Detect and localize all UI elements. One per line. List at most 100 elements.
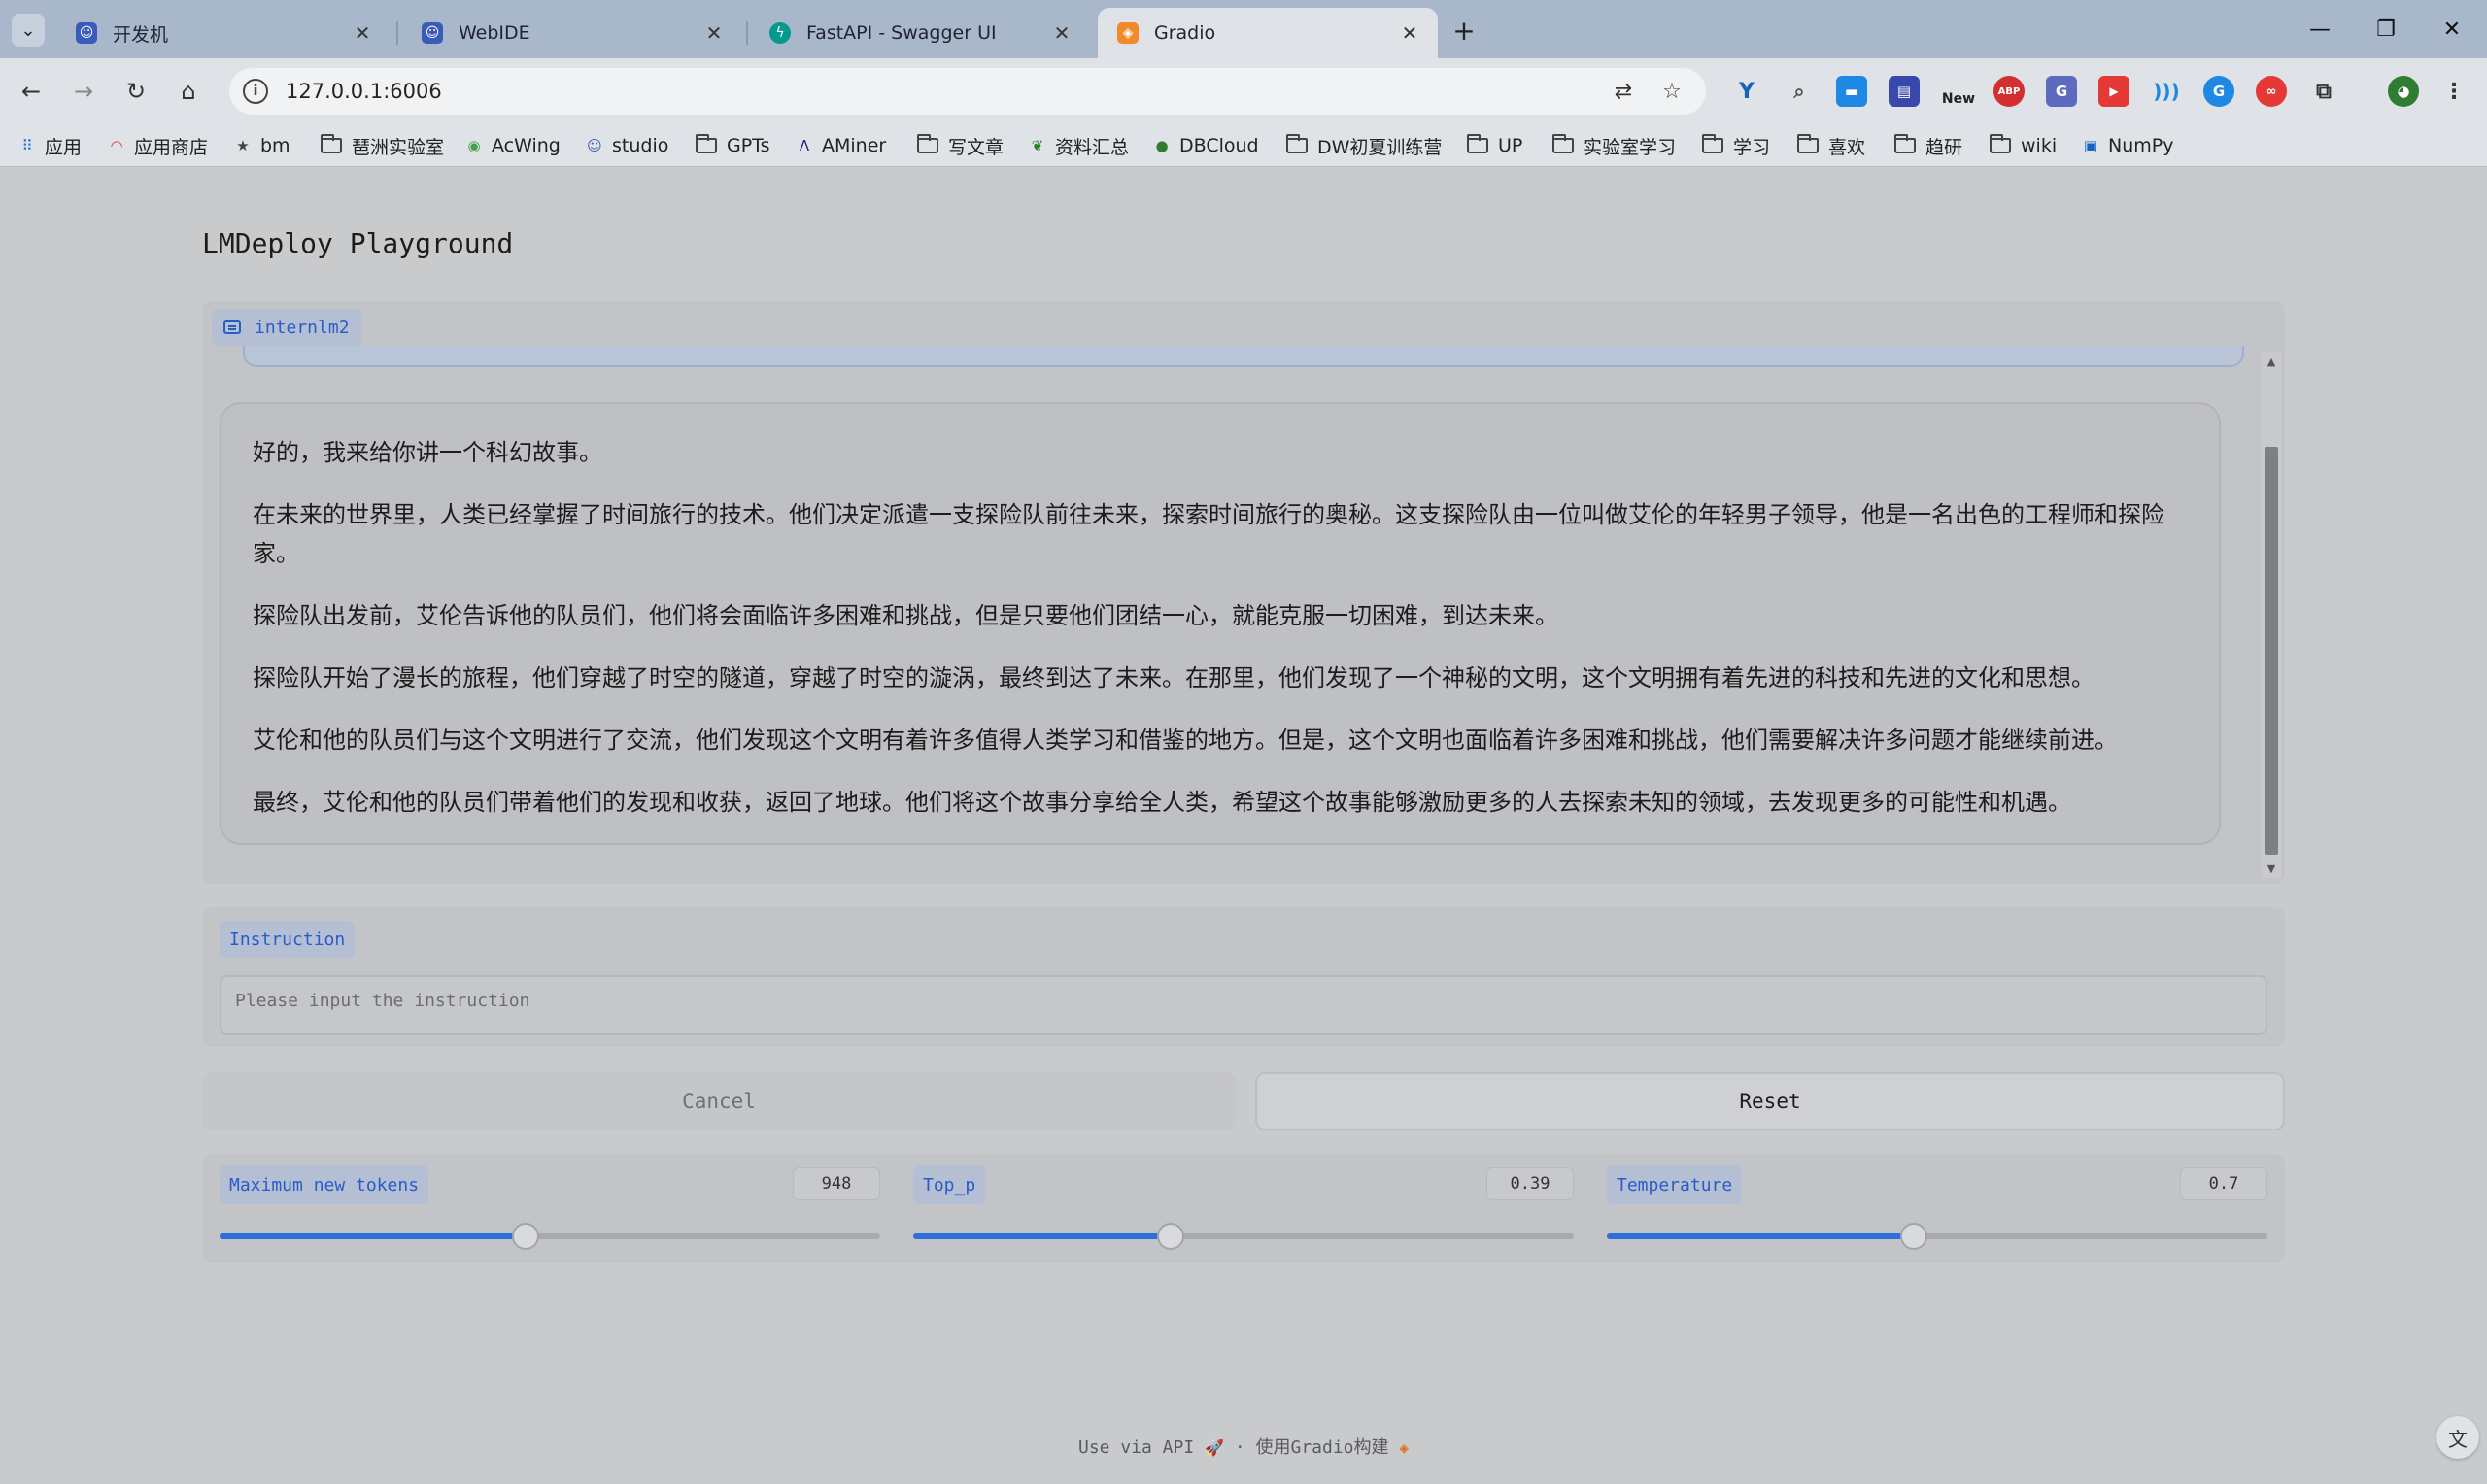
folder-icon <box>917 134 938 153</box>
more-vert-icon[interactable]: ⋮ <box>2438 76 2470 107</box>
bookmark-up[interactable]: UP <box>1467 132 1522 159</box>
slider-track[interactable] <box>1607 1223 2267 1250</box>
message-paragraph: 艾伦和他的队员们与这个文明进行了交流，他们发现这个文明有着许多值得人类学习和借鉴… <box>253 726 2118 754</box>
chat-icon <box>223 320 241 334</box>
folder-icon <box>1286 134 1308 153</box>
scrollbar-thumb[interactable] <box>2265 447 2278 855</box>
reset-button[interactable]: Reset <box>1255 1072 2285 1130</box>
cancel-button[interactable]: Cancel <box>202 1072 1236 1130</box>
tab-gradio[interactable]: ◈ Gradio ✕ <box>1098 8 1438 58</box>
tab-kaifaji[interactable]: ☺ 开发机 ✕ <box>56 8 391 58</box>
back-button[interactable]: ← <box>12 72 51 111</box>
new-extension-icon[interactable]: New <box>1939 76 1978 107</box>
window-extension-icon[interactable]: ▤ <box>1889 76 1920 107</box>
slider-value-input[interactable]: 0.7 <box>2180 1167 2267 1200</box>
bookmark-study[interactable]: 学习 <box>1702 132 1770 159</box>
arrow-left-icon: ← <box>20 78 42 105</box>
bookmark-pazhou-lab[interactable]: 琶洲实验室 <box>321 132 444 159</box>
scroll-up-icon[interactable]: ▲ <box>2262 352 2281 371</box>
close-window-button[interactable]: ✕ <box>2421 10 2483 49</box>
infinity-extension-icon[interactable]: ∞ <box>2256 76 2287 107</box>
slider-track[interactable] <box>913 1223 1574 1250</box>
blue-folder-extension-icon[interactable]: ▬ <box>1836 76 1867 107</box>
bookmark-aminer[interactable]: Λ AMiner <box>795 132 886 159</box>
restore-icon: ❐ <box>2376 17 2396 42</box>
home-button[interactable]: ⌂ <box>169 72 208 111</box>
gradio-icon: ◈ <box>1117 22 1139 44</box>
reload-button[interactable]: ↻ <box>117 72 155 111</box>
close-icon[interactable]: ✕ <box>701 20 727 46</box>
robot-icon: ☺ <box>587 137 602 154</box>
scroll-down-icon[interactable]: ▼ <box>2262 859 2281 878</box>
leaf-icon: ❦ <box>1031 137 1044 154</box>
message-paragraph: 探险队开始了漫长的旅程，他们穿越了时空的隧道，穿越了时空的漩涡，最终到达了未来。… <box>253 664 2095 691</box>
instruction-input[interactable] <box>220 975 2267 1035</box>
site-info-icon[interactable]: i <box>243 79 268 104</box>
folder-icon <box>1797 134 1819 153</box>
translate-icon[interactable]: 文 <box>2436 1416 2479 1459</box>
tab-fastapi[interactable]: ϟ FastAPI - Swagger UI ✕ <box>750 8 1090 58</box>
folder-icon <box>1702 134 1723 153</box>
bookmark-numpy[interactable]: ▣ NumPy <box>2081 132 2174 159</box>
slider-value-input[interactable]: 0.39 <box>1486 1167 1574 1200</box>
close-icon[interactable]: ✕ <box>1049 20 1074 46</box>
restore-button[interactable]: ❐ <box>2355 10 2417 49</box>
chat-scrollbar[interactable]: ▲ ▼ <box>2262 352 2281 878</box>
aminer-icon: Λ <box>799 137 810 154</box>
close-icon[interactable]: ✕ <box>1397 20 1422 46</box>
slider-track[interactable] <box>220 1223 880 1250</box>
close-icon[interactable]: ✕ <box>350 20 375 46</box>
slider-value-input[interactable]: 948 <box>793 1167 880 1200</box>
url-text[interactable]: 127.0.0.1:6006 <box>286 80 1609 103</box>
bookmark-write-article[interactable]: 写文章 <box>917 132 1004 159</box>
chatbot-label: internlm2 <box>212 309 361 346</box>
bookmark-wiki[interactable]: wiki <box>1990 132 2057 159</box>
footer-separator: · <box>1234 1437 1245 1458</box>
star-icon: ★ <box>236 137 250 154</box>
bookmark-research[interactable]: 趋研 <box>1894 132 1962 159</box>
tab-search-button[interactable]: ⌄ <box>12 14 45 47</box>
page-title: LMDeploy Playground <box>202 227 514 259</box>
forward-button[interactable]: → <box>64 72 103 111</box>
slider-handle[interactable] <box>1900 1223 1928 1250</box>
message-paragraph: 最终，艾伦和他的队员们带着他们的发现和收获，返回了地球。他们将这个故事分享给全人… <box>253 789 2071 816</box>
minimize-button[interactable]: — <box>2289 10 2351 49</box>
adblock-icon[interactable]: ABP <box>1993 76 2025 107</box>
bookmark-studio[interactable]: ☺ studio <box>585 132 668 159</box>
bookmark-dbcloud[interactable]: ● DBCloud <box>1152 132 1258 159</box>
new-tab-button[interactable]: + <box>1448 14 1481 47</box>
bookmark-app-store[interactable]: ◠ 应用商店 <box>107 132 208 159</box>
bookmark-dw-camp[interactable]: DW初夏训练营 <box>1286 132 1442 159</box>
minimize-icon: — <box>2309 17 2331 42</box>
translate-icon[interactable]: ⇄ <box>1609 77 1638 106</box>
audio-extension-icon[interactable]: ))) <box>2151 76 2182 107</box>
bookmark-materials[interactable]: ❦ 资料汇总 <box>1028 132 1129 159</box>
slider-handle[interactable] <box>511 1223 539 1250</box>
fastapi-icon: ϟ <box>769 22 791 44</box>
puzzle-icon[interactable]: ⧉ <box>2308 76 2339 107</box>
bookmark-likes[interactable]: 喜欢 <box>1797 132 1865 159</box>
avatar[interactable]: ◕ <box>2388 76 2419 107</box>
tab-divider <box>746 21 748 45</box>
youtube-icon[interactable]: ▶ <box>2098 76 2129 107</box>
bookmark-acwing[interactable]: ◉ AcWing <box>464 132 560 159</box>
bookmark-apps[interactable]: ⠿ 应用 <box>17 132 83 159</box>
use-via-api-link[interactable]: Use via API <box>1078 1437 1194 1458</box>
star-icon[interactable]: ☆ <box>1657 77 1686 106</box>
circle-extension-icon[interactable]: G <box>2203 76 2234 107</box>
slider-handle[interactable] <box>1157 1223 1185 1250</box>
extension-y-icon[interactable]: Y <box>1731 76 1762 107</box>
bookmark-gpts[interactable]: GPTs <box>696 132 770 159</box>
translate-extension-icon[interactable]: G <box>2046 76 2077 107</box>
folder-icon <box>1552 134 1574 153</box>
gradio-logo-icon: ◈ <box>1399 1438 1410 1457</box>
tab-webide[interactable]: ☺ WebIDE ✕ <box>402 8 742 58</box>
built-with-gradio-link[interactable]: 使用Gradio构建 <box>1256 1437 1389 1458</box>
slider-fill <box>220 1233 526 1239</box>
bookmark-bm[interactable]: ★ bm <box>233 132 290 159</box>
magnifier-extension-icon[interactable]: ⌕ <box>1784 76 1815 107</box>
address-bar[interactable]: i 127.0.0.1:6006 ⇄ ☆ <box>229 68 1706 115</box>
close-icon: ✕ <box>2442 17 2462 42</box>
bookmark-lab-study[interactable]: 实验室学习 <box>1552 132 1676 159</box>
arrow-right-icon: → <box>73 78 94 105</box>
